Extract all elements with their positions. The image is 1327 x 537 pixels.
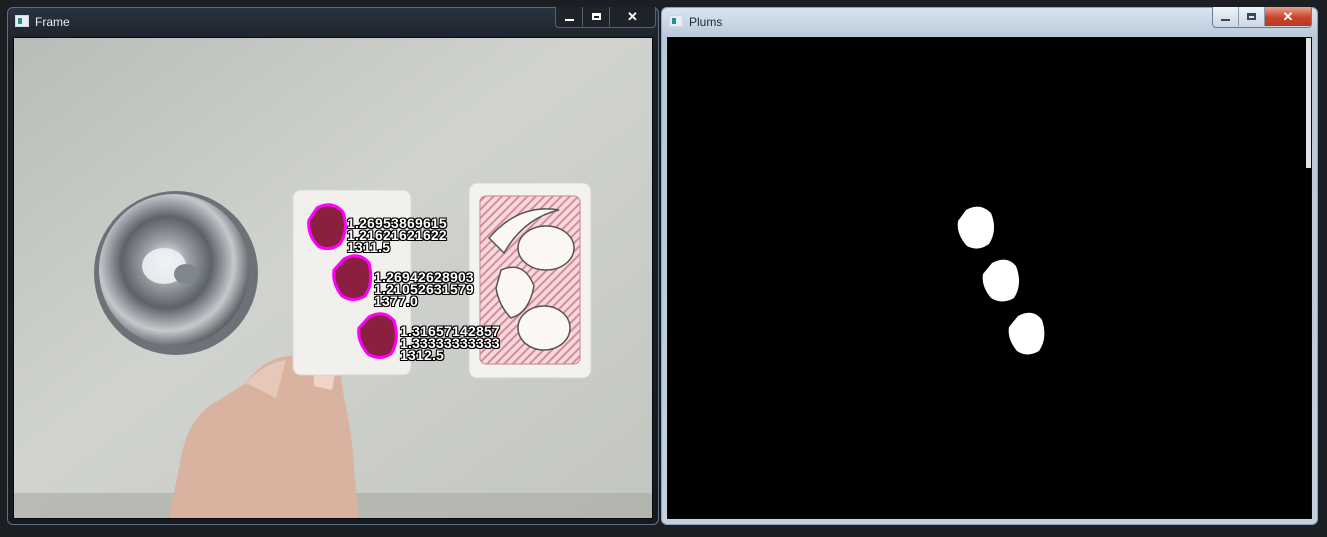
frame-titlebar[interactable]: Frame ✕ [7, 7, 659, 37]
close-icon: ✕ [627, 9, 638, 24]
plums-window[interactable]: Plums ✕ [661, 7, 1318, 525]
plums-window-title: Plums [689, 15, 723, 29]
minimize-icon [564, 18, 574, 21]
frame-camera-view: 1.26953869615 1.21621621622 1311.5 1.269… [13, 37, 653, 519]
detection-readout-3: 1.31657142857 1.33333333333 1312.5 [400, 324, 500, 362]
plums-window-controls: ✕ [1212, 7, 1312, 28]
maximize-icon [1247, 13, 1256, 20]
app-window-icon [669, 15, 683, 27]
maximize-icon [591, 13, 601, 20]
detection-readout-2: 1.26942628903 1.21052631579 1377.0 [374, 270, 474, 308]
frame-close-button[interactable]: ✕ [610, 7, 655, 26]
plums-titlebar[interactable]: Plums ✕ [661, 7, 1318, 37]
app-window-icon [15, 15, 29, 27]
close-icon: ✕ [1282, 9, 1294, 24]
plums-minimize-button[interactable] [1213, 7, 1239, 26]
frame-minimize-button[interactable] [556, 7, 583, 26]
mask-image [668, 38, 1311, 518]
frame-window[interactable]: Frame ✕ 1.26953869615 1.21621621622 1311… [7, 7, 659, 525]
scrollbar-thumb [1306, 38, 1311, 168]
detection-readout-1: 1.26953869615 1.21621621622 1311.5 [347, 216, 447, 254]
frame-window-controls: ✕ [555, 7, 656, 28]
camera-image [14, 38, 652, 518]
minimize-icon [1221, 18, 1230, 21]
plums-mask-view [667, 37, 1312, 519]
plums-maximize-button[interactable] [1239, 7, 1265, 26]
frame-maximize-button[interactable] [583, 7, 610, 26]
service-bell [94, 191, 258, 355]
frame-window-title: Frame [35, 15, 70, 29]
plums-close-button[interactable]: ✕ [1265, 7, 1311, 26]
